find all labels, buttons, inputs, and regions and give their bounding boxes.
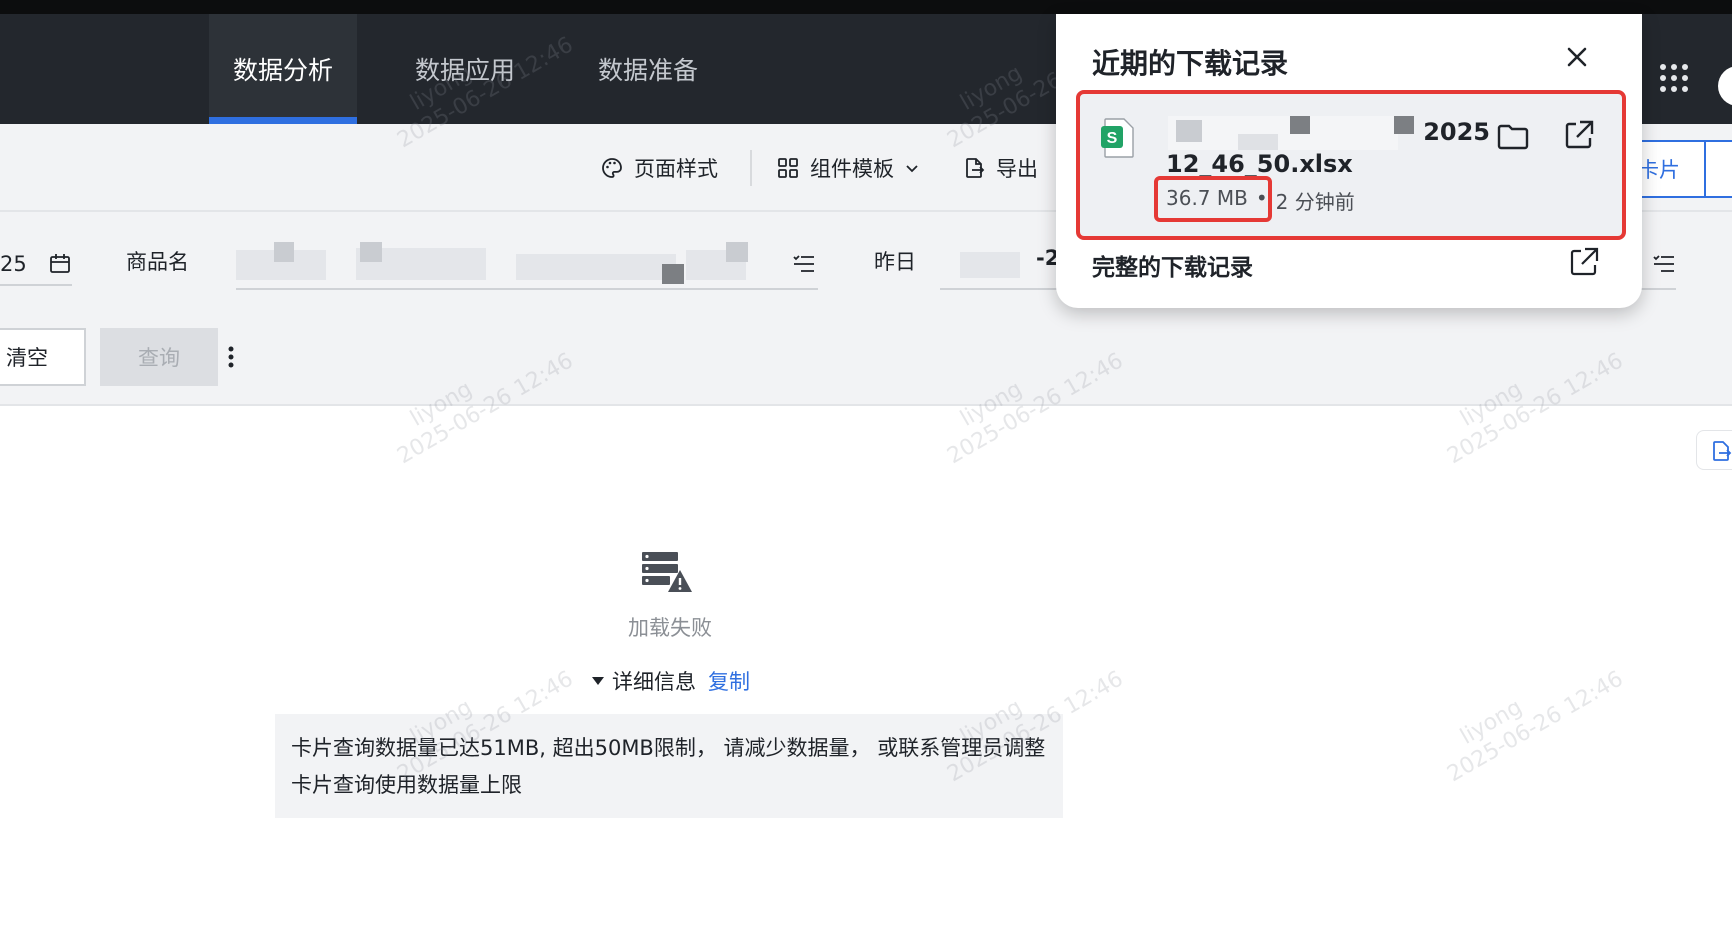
file-name-line1: 2025	[1168, 116, 1490, 150]
blurred-value	[516, 254, 676, 280]
toolbar-divider	[750, 150, 752, 186]
tab-data-application[interactable]: 数据应用	[382, 14, 548, 124]
palette-icon	[602, 158, 622, 178]
page-style-button[interactable]: 页面样式	[600, 148, 718, 188]
error-title: 加载失败	[628, 616, 712, 640]
export-label: 导出	[996, 157, 1038, 181]
export-button[interactable]: 导出	[962, 148, 1038, 188]
spreadsheet-file-icon: S	[1101, 118, 1134, 158]
blurred-value	[360, 242, 382, 262]
window-top-strip	[0, 0, 1732, 14]
yesterday-date-field[interactable]: -2	[940, 240, 1060, 290]
clear-button[interactable]: 清空	[0, 328, 86, 386]
tab-data-analysis[interactable]: 数据分析	[209, 14, 357, 124]
filter-field-underline	[1640, 240, 1676, 290]
highlight-box	[1154, 176, 1272, 222]
folder-icon[interactable]	[1496, 120, 1530, 154]
component-template-label: 组件模板	[810, 157, 894, 181]
component-template-button[interactable]: 组件模板	[776, 148, 920, 188]
file-name-visible: 2025	[1423, 118, 1490, 146]
blurred-value	[662, 264, 684, 284]
blurred-value	[1168, 116, 1398, 150]
open-external-icon[interactable]	[1568, 246, 1600, 278]
blurred-value	[960, 252, 1020, 278]
download-time: 2 分钟前	[1275, 190, 1355, 214]
blurred-value	[1176, 120, 1202, 142]
multi-select-list-icon[interactable]	[792, 252, 816, 276]
page-style-label: 页面样式	[634, 157, 718, 181]
query-button[interactable]: 查询	[100, 328, 218, 386]
export-file-icon	[1713, 441, 1732, 461]
svg-text:S: S	[1107, 130, 1118, 147]
copy-link[interactable]: 复制	[708, 666, 750, 696]
grid-dots-icon[interactable]	[1654, 58, 1694, 98]
file-name-line2: 12_46_50.xlsx	[1166, 150, 1353, 178]
blurred-value	[1238, 134, 1278, 150]
error-detail-toggle[interactable]: 详细信息 复制	[592, 666, 750, 696]
export-file-icon	[966, 158, 985, 178]
blurred-value	[274, 242, 294, 262]
chevron-down-icon	[906, 165, 918, 173]
date-value: 25	[0, 252, 27, 276]
downloads-title: 近期的下载记录	[1092, 47, 1289, 80]
more-vertical-icon[interactable]	[222, 340, 240, 374]
watermark-text: liyong2025-06-26 12:46	[1443, 666, 1628, 788]
error-message: 卡片查询数据量已达51MB, 超出50MB限制， 请减少数据量， 或联系管理员调…	[275, 714, 1063, 818]
tab-data-preparation[interactable]: 数据准备	[566, 14, 730, 124]
add-card-dropdown[interactable]	[1704, 140, 1732, 198]
blurred-value	[1394, 116, 1414, 134]
yesterday-label: 昨日	[874, 250, 916, 274]
avatar[interactable]	[1718, 66, 1732, 106]
blurred-value	[726, 242, 748, 262]
downloads-popup: 近期的下载记录 S 2025 12_46_50.xlsx 36.7 MB • 2…	[1056, 14, 1642, 308]
open-external-icon[interactable]	[1562, 118, 1596, 152]
close-icon[interactable]	[1560, 40, 1594, 74]
blurred-value	[1290, 116, 1310, 134]
detail-label: 详细信息	[612, 670, 696, 694]
date-field[interactable]: 25	[0, 244, 72, 286]
product-name-label: 商品名	[126, 250, 189, 274]
data-warning-icon	[642, 552, 692, 592]
template-grid-icon	[778, 158, 798, 178]
calendar-icon	[49, 254, 70, 273]
caret-down-icon	[592, 677, 604, 685]
side-export-tab[interactable]	[1696, 430, 1732, 470]
product-name-field[interactable]	[236, 240, 818, 290]
full-download-history-link[interactable]: 完整的下载记录	[1092, 248, 1253, 282]
